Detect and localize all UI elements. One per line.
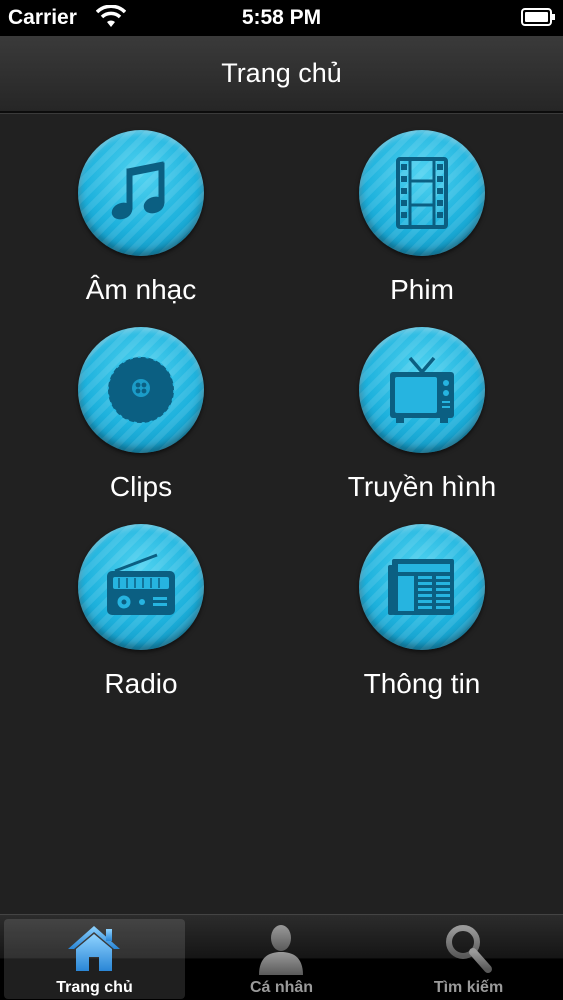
tab-label: Cá nhân — [249, 979, 314, 996]
menu-item-movies[interactable]: Phim — [282, 130, 562, 327]
film-strip-icon — [396, 157, 448, 229]
status-time: 5:58 PM — [241, 6, 322, 29]
tab-home[interactable]: Trang chủ — [4, 919, 185, 999]
menu-item-clips[interactable]: Clips — [1, 327, 281, 524]
menu-item-label: Truyền hình — [347, 471, 497, 502]
tab-bar: Trang chủ Cá nhân Tìm kiếm — [0, 914, 563, 1000]
menu-item-label: Phim — [390, 274, 454, 305]
menu-item-label: Thông tin — [363, 668, 481, 699]
menu-item-label: Âm nhạc — [85, 274, 197, 305]
menu-item-label: Clips — [109, 471, 173, 502]
menu-item-icon-circle — [359, 130, 485, 256]
tab-label: Trang chủ — [56, 979, 133, 996]
menu-item-icon-circle — [78, 327, 204, 453]
menu-item-icon-circle — [78, 130, 204, 256]
radio-icon — [107, 553, 175, 615]
menu-item-icon-circle — [359, 524, 485, 650]
app-screen: Carrier 5:58 PM Trang chủ Âm nhạc Phim C… — [0, 0, 563, 1000]
menu-item-icon-circle — [359, 327, 485, 453]
menu-item-news[interactable]: Thông tin — [282, 524, 562, 721]
tab-label: Tìm kiếm — [433, 979, 504, 996]
tab-profile[interactable]: Cá nhân — [191, 919, 372, 999]
television-icon — [390, 356, 454, 423]
menu-item-icon-circle — [78, 524, 204, 650]
tab-search[interactable]: Tìm kiếm — [378, 919, 559, 999]
home-icon — [68, 926, 120, 971]
menu-item-radio[interactable]: Radio — [1, 524, 281, 721]
music-note-icon — [111, 161, 165, 220]
search-icon — [446, 925, 492, 973]
battery-icon — [521, 8, 555, 26]
video-clip-icon — [107, 356, 175, 424]
newspaper-icon — [388, 559, 454, 615]
menu-item-television[interactable]: Truyền hình — [282, 327, 562, 524]
page-title: Trang chủ — [221, 58, 342, 88]
person-icon — [259, 925, 303, 975]
navigation-bar: Trang chủ — [0, 36, 563, 113]
menu-item-music[interactable]: Âm nhạc — [1, 130, 281, 327]
status-bar: Carrier 5:58 PM — [0, 0, 563, 36]
menu-item-label: Radio — [104, 668, 178, 699]
